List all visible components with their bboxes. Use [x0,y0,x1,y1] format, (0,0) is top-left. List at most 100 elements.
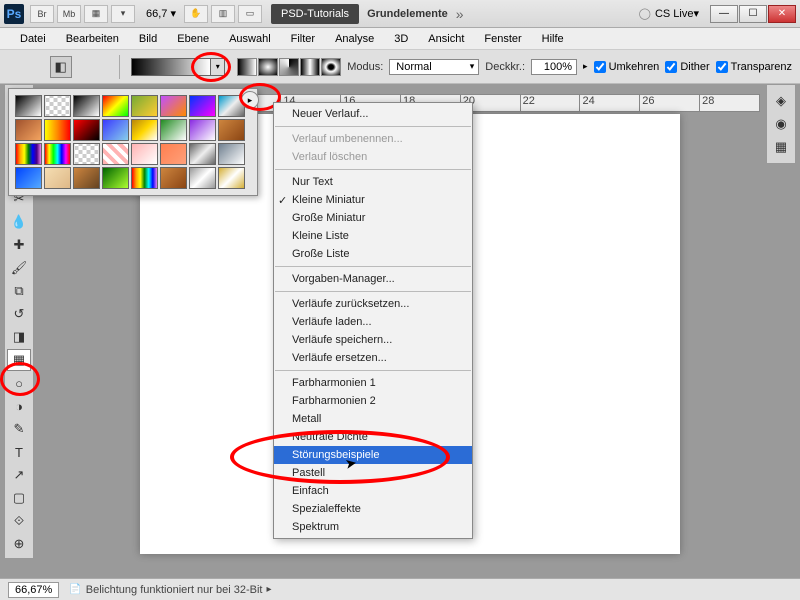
gradient-preview[interactable] [131,58,211,76]
menu-item[interactable]: Große Liste [274,245,472,263]
maximize-button[interactable]: ☐ [739,5,767,23]
gradient-picker-flyout-button[interactable]: ▸ [241,91,259,109]
menu-item[interactable]: Einfach [274,482,472,500]
gradient-swatch[interactable] [189,167,216,189]
gradient-tool[interactable]: ▦ [7,349,31,371]
menu-item[interactable]: Spezialeffekte [274,500,472,518]
shape-tool[interactable]: ▢ [7,487,31,509]
menu-item[interactable]: Verläufe speichern... [274,331,472,349]
menu-item[interactable]: Kleine Miniatur [274,191,472,209]
screen-mode-button[interactable]: ▭ [238,5,262,23]
gradient-swatch[interactable] [131,95,158,117]
menu-bild[interactable]: Bild [129,30,167,48]
eraser-tool[interactable]: ◨ [7,326,31,348]
menu-item[interactable]: Neuer Verlauf... [274,105,472,123]
menu-bearbeiten[interactable]: Bearbeiten [56,30,129,48]
gradient-swatch[interactable] [15,95,42,117]
pen-tool[interactable]: ✎ [7,418,31,440]
gradient-swatch[interactable] [73,167,100,189]
gradient-swatch[interactable] [102,167,129,189]
swatches-panel-icon[interactable]: ◈ [769,90,793,112]
menu-item[interactable]: Verläufe zurücksetzen... [274,295,472,313]
menu-item[interactable]: Neutrale Dichte [274,428,472,446]
status-zoom-input[interactable]: 66,67% [8,582,59,598]
gradient-swatch[interactable] [102,95,129,117]
brush-tool[interactable]: 🖌 [7,257,31,279]
workspace-label[interactable]: Grundelemente [367,8,448,20]
bridge-button[interactable]: Br [30,5,54,23]
menu-filter[interactable]: Filter [281,30,325,48]
gradient-swatch[interactable] [73,119,100,141]
gradient-swatch[interactable] [189,143,216,165]
document-tab[interactable]: PSD-Tutorials [271,4,359,24]
tool-preset-button[interactable]: ◧ [50,56,72,78]
menu-item[interactable]: Vorgaben-Manager... [274,270,472,288]
blur-tool[interactable]: ○ [7,372,31,394]
view-extras-dd[interactable]: ▾ [111,5,135,23]
gradient-swatch[interactable] [189,95,216,117]
dither-checkbox[interactable]: Dither [665,61,709,73]
menu-analyse[interactable]: Analyse [325,30,384,48]
gradient-swatch[interactable] [15,167,42,189]
menu-hilfe[interactable]: Hilfe [532,30,574,48]
menu-item[interactable]: Kleine Liste [274,227,472,245]
gradient-swatch[interactable] [160,143,187,165]
gradient-swatch[interactable] [44,143,71,165]
eyedropper-tool[interactable]: 💧 [7,211,31,233]
gradient-swatch[interactable] [102,143,129,165]
menu-auswahl[interactable]: Auswahl [219,30,281,48]
type-tool[interactable]: T [7,441,31,463]
menu-item[interactable]: Große Miniatur [274,209,472,227]
transparency-checkbox[interactable]: Transparenz [716,61,792,73]
angle-gradient-button[interactable] [279,58,299,76]
dodge-tool[interactable]: ◑ [7,395,31,417]
opacity-input[interactable]: 100% [531,59,577,75]
minibridge-button[interactable]: Mb [57,5,81,23]
menu-item[interactable]: Spektrum [274,518,472,536]
menu-item[interactable]: Nur Text [274,173,472,191]
history-brush-tool[interactable]: ↺ [7,303,31,325]
hand-button[interactable]: ✋ [184,5,208,23]
gradient-swatch[interactable] [73,143,100,165]
path-tool[interactable]: ↗ [7,464,31,486]
gradient-swatch[interactable] [44,119,71,141]
minimize-button[interactable]: — [710,5,738,23]
stamp-tool[interactable]: ⧉ [7,280,31,302]
blend-mode-select[interactable]: Normal [389,59,479,75]
gradient-swatch[interactable] [189,119,216,141]
3d-camera-tool[interactable]: ⊕ [7,533,31,555]
gradient-swatch[interactable] [218,167,245,189]
gradient-swatch[interactable] [73,95,100,117]
gradient-dropdown-button[interactable]: ▾ [211,58,225,76]
menu-3d[interactable]: 3D [384,30,418,48]
cslive-button[interactable]: CS Live ▾ [639,7,699,20]
layers-panel-icon[interactable]: ▦ [769,136,793,158]
gradient-swatch[interactable] [160,167,187,189]
gradient-swatch[interactable] [15,143,42,165]
3d-tool[interactable]: ⟐ [7,510,31,532]
diamond-gradient-button[interactable] [321,58,341,76]
heal-tool[interactable]: ✚ [7,234,31,256]
view-extras-button[interactable]: ▦ [84,5,108,23]
menu-item[interactable]: Pastell [274,464,472,482]
gradient-swatch[interactable] [160,119,187,141]
menu-item[interactable]: Farbharmonien 1 [274,374,472,392]
menu-item[interactable]: Farbharmonien 2 [274,392,472,410]
menu-fenster[interactable]: Fenster [474,30,531,48]
gradient-swatch[interactable] [131,167,158,189]
menu-item[interactable]: Metall [274,410,472,428]
gradient-swatch[interactable] [218,119,245,141]
gradient-swatch[interactable] [15,119,42,141]
close-button[interactable]: ✕ [768,5,796,23]
gradient-swatch[interactable] [131,143,158,165]
gradient-swatch[interactable] [218,143,245,165]
reverse-checkbox[interactable]: Umkehren [594,61,660,73]
gradient-swatch[interactable] [44,167,71,189]
menu-ebene[interactable]: Ebene [167,30,219,48]
menu-ansicht[interactable]: Ansicht [418,30,474,48]
gradient-swatch[interactable] [102,119,129,141]
menu-item[interactable]: Verläufe laden... [274,313,472,331]
workspace-more-icon[interactable]: » [456,6,464,22]
reflected-gradient-button[interactable] [300,58,320,76]
menu-item[interactable]: Verläufe ersetzen... [274,349,472,367]
